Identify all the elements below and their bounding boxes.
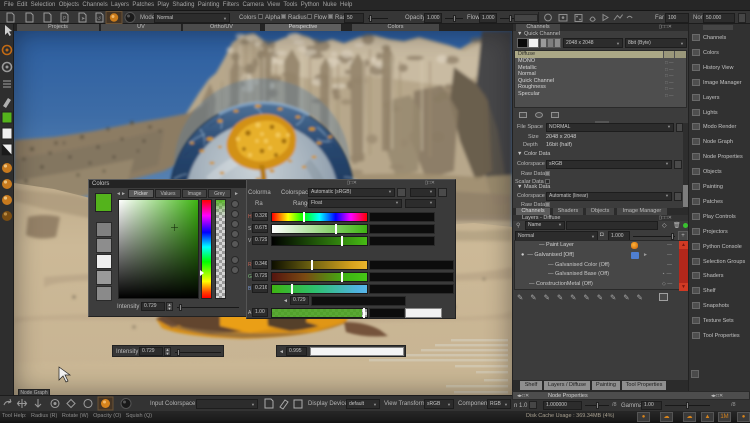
svg-text:P: P [63,16,67,22]
svg-text:➤: ➤ [81,16,85,22]
svg-text:↺: ↺ [97,16,101,22]
